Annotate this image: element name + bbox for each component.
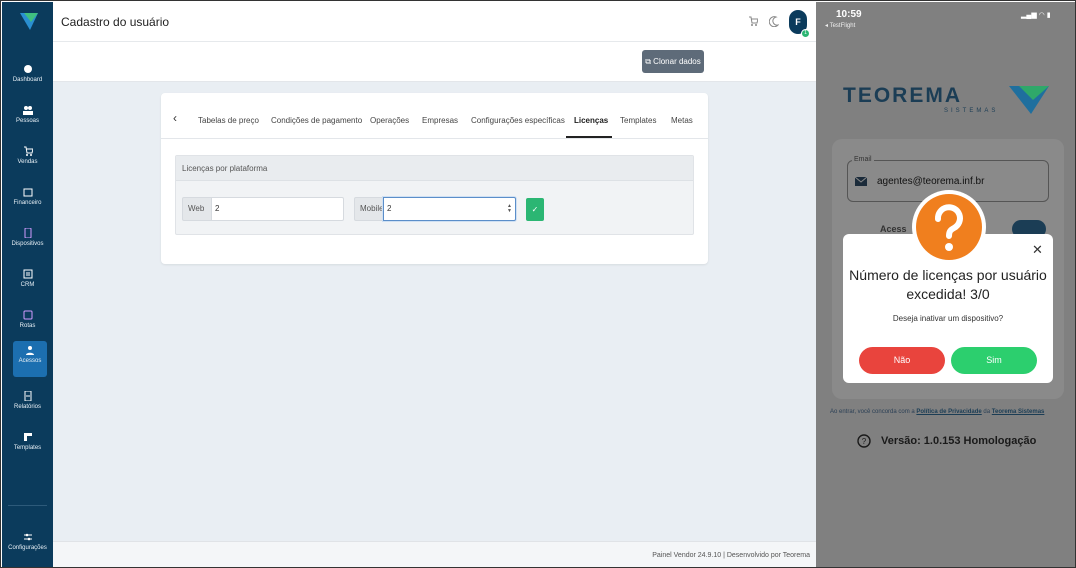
active-tab-indicator (566, 136, 612, 138)
brand-subtitle: SISTEMAS (944, 108, 999, 114)
number-spinner-icon[interactable]: ▲ ▼ (507, 204, 512, 214)
sidebar: Dashboard Pessoas Vendas Financeiro Disp… (2, 2, 53, 567)
sidebar-divider (8, 505, 47, 506)
main-content: ‹ Tabelas de preço Condições de pagament… (53, 82, 816, 541)
footer-version-text: Painel Vendor 24.9.10 | Desenvolvido por… (652, 552, 810, 559)
avatar-badge: 1 (801, 29, 810, 38)
screen: Dashboard Pessoas Vendas Financeiro Disp… (0, 0, 1076, 568)
tab-tabelas-de-preco[interactable]: Tabelas de preço (198, 116, 259, 125)
phone-status-bar: 10:59 ◂ TestFlight ▂▄▆ ◠ ▮ (816, 2, 1075, 32)
tab-templates[interactable]: Templates (620, 116, 656, 125)
phone-time: 10:59 (836, 9, 862, 20)
mobile-screen: 10:59 ◂ TestFlight ▂▄▆ ◠ ▮ TEOREMA SISTE… (816, 2, 1075, 567)
dashboard-icon (23, 65, 32, 73)
terms-mid: da (981, 409, 992, 415)
cart-icon (23, 146, 33, 156)
sidebar-item-label: Financeiro (13, 200, 42, 206)
brand-wordmark: TEOREMA (843, 84, 962, 107)
sidebar-item-dispositivos[interactable]: Dispositivos (2, 224, 53, 262)
sidebar-item-rotas[interactable]: Rotas (2, 306, 53, 344)
clone-data-button[interactable]: ⧉ Clonar dados (642, 50, 704, 73)
page-title: Cadastro do usuário (61, 15, 170, 29)
licenses-panel-title: Licenças por plataforma (176, 156, 693, 181)
user-settings-card: ‹ Tabelas de preço Condições de pagament… (161, 93, 708, 264)
tab-scroll-left-icon[interactable]: ‹ (173, 112, 177, 124)
sidebar-item-crm[interactable]: CRM (2, 265, 53, 303)
web-license-input[interactable]: 2 (211, 197, 344, 221)
mobile-license-input[interactable]: 2 ▲ ▼ (383, 197, 516, 221)
sidebar-item-dashboard[interactable]: Dashboard (2, 60, 53, 98)
privacy-policy-link[interactable]: Política de Privacidade (916, 409, 981, 415)
sidebar-item-acessos[interactable]: Acessos (13, 341, 47, 377)
routes-icon (23, 310, 32, 320)
sidebar-item-label: Templates (13, 445, 42, 451)
email-field-value: agentes@teorema.inf.br (877, 176, 985, 187)
sidebar-item-relatorios[interactable]: Relatórios (2, 387, 53, 425)
close-icon[interactable]: ✕ (1032, 242, 1043, 258)
mobile-license-group: Mobile 2 ▲ ▼ (354, 197, 516, 221)
mobile-license-label: Mobile (354, 197, 384, 221)
dialog-subtitle: Deseja inativar um dispositivo? (892, 314, 1004, 323)
access-label: Acess (880, 224, 907, 234)
clone-data-label: Clonar dados (653, 57, 701, 66)
device-icon (24, 228, 31, 238)
sidebar-item-pessoas[interactable]: Pessoas (2, 101, 53, 139)
report-icon (24, 391, 31, 401)
yes-button[interactable]: Sim (951, 347, 1037, 374)
sidebar-item-label: Dispositivos (11, 241, 44, 247)
svg-text:?: ? (862, 437, 867, 446)
help-circle-icon: ? (857, 434, 871, 448)
sidebar-item-label: Relatórios (13, 404, 41, 410)
sidebar-item-vendas[interactable]: Vendas (2, 142, 53, 180)
privacy-terms-text: Ao entrar, você concorda com a Política … (830, 408, 1060, 416)
teorema-logo-icon (20, 13, 38, 30)
no-button[interactable]: Não (859, 347, 945, 374)
crm-icon (23, 269, 32, 279)
tab-metas[interactable]: Metas (671, 116, 693, 125)
sidebar-item-label: Rotas (19, 323, 36, 329)
tab-operacoes[interactable]: Operações (370, 116, 409, 125)
access-icon (26, 346, 34, 355)
tab-bar: ‹ Tabelas de preço Condições de pagament… (161, 93, 708, 139)
template-icon (23, 433, 32, 441)
teorema-logo-icon (1009, 86, 1049, 114)
teorema-link[interactable]: Teorema Sistemas (992, 409, 1045, 415)
web-license-label: Web (182, 197, 212, 221)
footer: Painel Vendor 24.9.10 | Desenvolvido por… (53, 541, 816, 567)
sidebar-item-templates[interactable]: Templates (2, 428, 53, 466)
signal-wifi-battery-icon: ▂▄▆ ◠ ▮ (1021, 12, 1051, 19)
action-bar: ⧉ Clonar dados (53, 42, 816, 82)
sidebar-item-label: Vendas (17, 159, 38, 165)
back-to-testflight-link[interactable]: ◂ TestFlight (825, 22, 855, 29)
cart-icon[interactable] (748, 16, 758, 27)
app-version: Versão: 1.0.153 Homologação (881, 435, 1037, 447)
finance-icon (23, 188, 32, 197)
tab-configuracoes-especificas[interactable]: Configurações específicas (471, 116, 565, 125)
confirm-licenses-button[interactable]: ✓ (526, 198, 544, 221)
sidebar-item-label: Acessos (18, 358, 42, 364)
mail-icon (855, 177, 867, 186)
app-header: Cadastro do usuário F 1 (53, 2, 816, 42)
tab-licencas[interactable]: Licenças (574, 116, 608, 125)
web-license-group: Web 2 (182, 197, 344, 221)
sidebar-item-label: CRM (20, 282, 35, 288)
tab-condicoes-de-pagamento[interactable]: Condições de pagamento (271, 116, 362, 125)
people-icon (22, 106, 33, 115)
sidebar-item-label: Dashboard (12, 77, 43, 83)
licenses-panel: Licenças por plataforma Web 2 Mobile 2 ▲… (175, 155, 694, 235)
clone-icon: ⧉ (645, 57, 654, 66)
terms-prefix: Ao entrar, você concorda com a (830, 409, 917, 415)
dialog-title: Número de licenças por usuário excedida!… (849, 267, 1047, 302)
mobile-license-value: 2 (387, 204, 392, 213)
sidebar-item-configuracoes[interactable]: Configurações (2, 528, 53, 566)
tab-empresas[interactable]: Empresas (422, 116, 458, 125)
sidebar-item-financeiro[interactable]: Financeiro (2, 183, 53, 221)
question-icon (912, 190, 986, 264)
settings-icon (23, 533, 32, 541)
email-field-label: Email (852, 156, 874, 163)
sidebar-item-label: Pessoas (15, 118, 39, 124)
sidebar-item-label: Configurações (8, 545, 47, 551)
moon-icon[interactable] (769, 16, 779, 27)
check-icon: ✓ (531, 205, 539, 214)
